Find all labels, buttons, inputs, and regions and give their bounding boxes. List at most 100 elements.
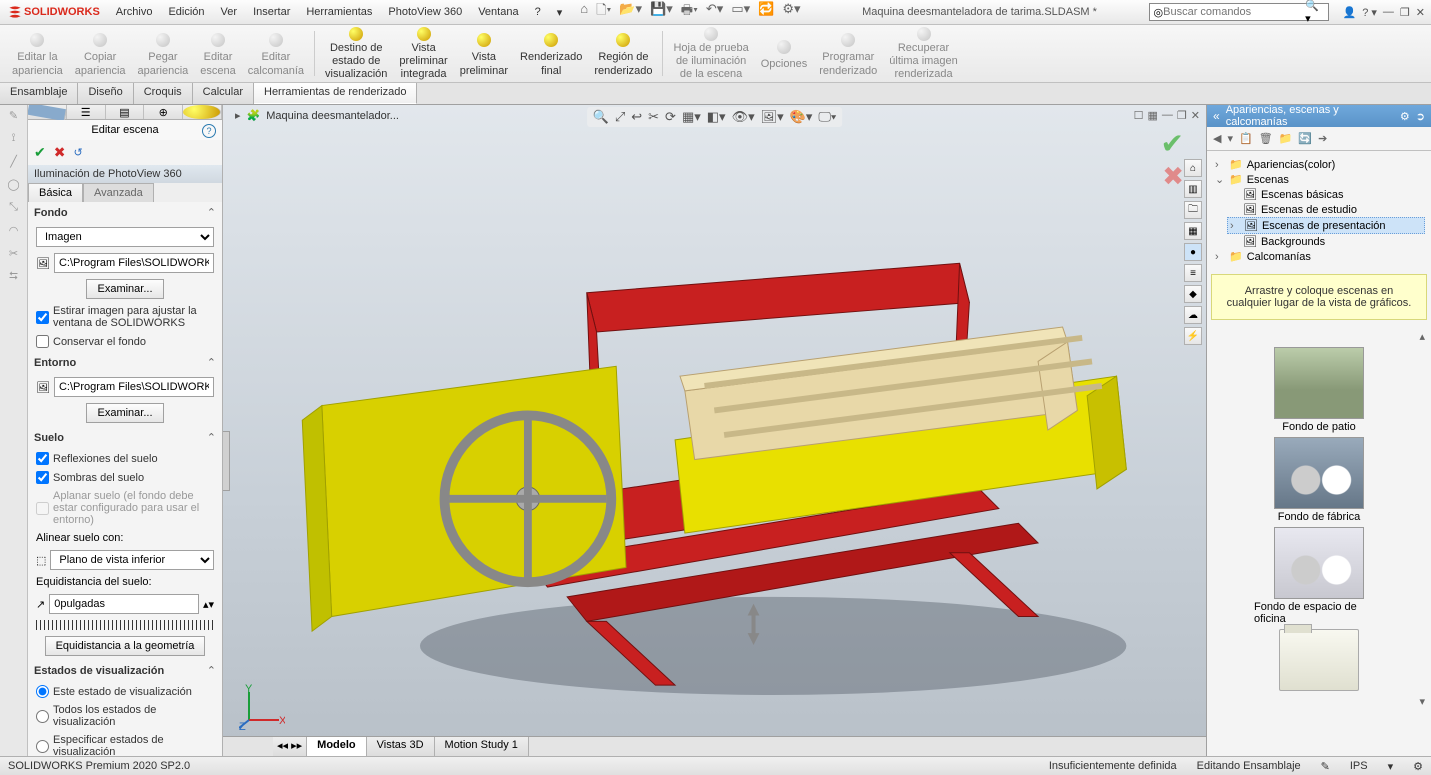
ribbon-regi-n-de[interactable]: Región derenderizado — [588, 25, 658, 82]
tp-tab-file-icon[interactable]: 🗀 — [1184, 201, 1202, 219]
search-icon[interactable]: 🔍▾ — [1305, 0, 1323, 25]
status-units[interactable]: IPS — [1350, 760, 1368, 772]
status-cog-icon[interactable]: ⚙ — [1413, 760, 1423, 773]
spinner-icon[interactable]: ▴▾ — [203, 598, 214, 611]
sketch-icon[interactable]: ✎ — [9, 109, 18, 122]
reject-overlay-icon[interactable]: ✖ — [1162, 161, 1184, 192]
rebuild-icon[interactable]: 🔁 — [758, 1, 774, 23]
menu-dropdown-icon[interactable]: ▾ — [549, 6, 571, 19]
thumbs-scroll-up-icon[interactable]: ▴ — [1419, 330, 1425, 343]
open-icon[interactable]: 📂▾ — [619, 1, 642, 23]
settings-icon[interactable]: 🖵▾ — [818, 109, 836, 125]
dynamic-icon[interactable]: ⟳ — [665, 109, 676, 125]
tp-tab-forum-icon[interactable]: ☁ — [1184, 306, 1202, 324]
trim-icon[interactable]: ✂ — [9, 247, 18, 260]
radio-este-estado[interactable]: Este estado de visualización — [36, 685, 214, 698]
alinear-select[interactable]: Plano de vista inferior — [50, 550, 214, 570]
pushpin-icon[interactable]: ↺ — [73, 146, 82, 159]
arc-icon[interactable]: ◠ — [9, 224, 19, 237]
panel-tab-config-icon[interactable]: ☰ — [67, 105, 106, 119]
menu-ver[interactable]: Ver — [213, 6, 246, 18]
chk-sombras[interactable]: Sombras del suelo — [36, 471, 214, 484]
tp-nav-icon[interactable]: « — [1213, 109, 1220, 123]
ftab-calcular[interactable]: Calcular — [193, 83, 254, 104]
section-estados[interactable]: Estados de visualización⌃ — [28, 660, 222, 681]
menu-herramientas[interactable]: Herramientas — [298, 6, 380, 18]
panel-tab-appearance-icon[interactable] — [183, 105, 222, 119]
ftab-croquis[interactable]: Croquis — [134, 83, 193, 104]
tp-refresh-icon[interactable]: 🔄 — [1298, 132, 1312, 145]
ftab-ensamblaje[interactable]: Ensamblaje — [0, 83, 78, 104]
fondo-type-select[interactable]: Imagen — [36, 227, 214, 247]
status-rebuild-icon[interactable]: ✎ — [1321, 760, 1330, 773]
breadcrumb-expand-icon[interactable]: ▸ — [235, 109, 241, 122]
fondo-path-input[interactable] — [54, 253, 214, 273]
ribbon-renderizado[interactable]: Renderizadofinal — [514, 25, 588, 82]
vp-grid-icon[interactable]: ▦ — [1148, 109, 1158, 122]
panel-tab-feature-icon[interactable] — [28, 105, 67, 119]
restore-icon[interactable]: ❐ — [1400, 6, 1410, 19]
close-icon[interactable]: ✕ — [1416, 6, 1425, 19]
menu-ventana[interactable]: Ventana — [470, 6, 526, 18]
section-fondo[interactable]: Fondo⌃ — [28, 202, 222, 223]
radio-todos-estados[interactable]: Todos los estados de visualización — [36, 704, 214, 728]
minimize-icon[interactable]: ― — [1383, 6, 1394, 19]
tree-apariencias-color-[interactable]: ›📁Apariencias(color) — [1213, 157, 1425, 172]
panel-tab-display-icon[interactable]: ▤ — [106, 105, 145, 119]
section-illumination[interactable]: Iluminación de PhotoView 360 — [28, 165, 222, 183]
display-style-icon[interactable]: ◧▾ — [707, 109, 726, 125]
tp-sphere-icon[interactable]: ▾ — [1227, 132, 1233, 145]
chk-reflexiones[interactable]: Reflexiones del suelo — [36, 452, 214, 465]
mirror-icon[interactable]: ⮀ — [9, 270, 18, 283]
status-extra-icon[interactable]: ▾ — [1388, 760, 1394, 773]
chk-conservar[interactable]: Conservar el fondo — [36, 335, 214, 348]
radio-especificar[interactable]: Especificar estados de visualización — [36, 734, 214, 756]
btab-vistas3d[interactable]: Vistas 3D — [367, 737, 435, 756]
accept-overlay-icon[interactable]: ✔ — [1161, 127, 1184, 160]
user-icon[interactable]: 👤 — [1343, 6, 1357, 19]
select-icon[interactable]: ▭▾ — [731, 1, 750, 23]
btab-modelo[interactable]: Modelo — [307, 737, 367, 756]
taskpane-gear-icon[interactable]: ⚙ — [1400, 110, 1410, 123]
vp-max-icon[interactable]: ❐ — [1177, 109, 1187, 122]
menu-edicion[interactable]: Edición — [160, 6, 212, 18]
ok-button[interactable]: ✔ — [34, 144, 46, 161]
tp-tab-xp-icon[interactable]: ◆ — [1184, 285, 1202, 303]
subtab-basica[interactable]: Básica — [28, 183, 83, 202]
tree-escenas-de-estudio[interactable]: 🖼Escenas de estudio — [1227, 202, 1425, 217]
panel-tab-origin-icon[interactable]: ⊕ — [144, 105, 183, 119]
ftab-dise-o[interactable]: Diseño — [78, 83, 133, 104]
save-icon[interactable]: 💾▾ — [650, 1, 673, 23]
tp-del-icon[interactable]: 🗑 — [1259, 132, 1273, 145]
thumb-patio[interactable]: Fondo de patio — [1254, 347, 1384, 433]
tp-back-icon[interactable]: ◀ — [1213, 132, 1221, 145]
section-view-icon[interactable]: ✂ — [648, 109, 659, 125]
slider-ruler[interactable] — [36, 620, 214, 630]
tp-tab-sim-icon[interactable]: ⚡ — [1184, 327, 1202, 345]
zoom-area-icon[interactable]: ⤢ — [615, 109, 625, 125]
thumb-fabrica[interactable]: Fondo de fábrica — [1254, 437, 1384, 523]
tp-tab-lib-icon[interactable]: ▥ — [1184, 180, 1202, 198]
breadcrumb-label[interactable]: Maquina deesmantelador... — [266, 110, 399, 122]
thumb-folder[interactable] — [1254, 629, 1384, 691]
taskpane-header[interactable]: « Apariencias, escenas y calcomanías ⚙ ➲ — [1207, 105, 1431, 127]
tree-calcoman-as[interactable]: ›📁Calcomanías — [1213, 249, 1425, 264]
ribbon-vista[interactable]: Vistapreliminarintegrada — [393, 25, 453, 82]
help-icon[interactable]: ? ▾ — [1362, 6, 1377, 19]
btab-nav-icon[interactable]: ◂◂ ▸▸ — [273, 737, 307, 756]
search-input[interactable] — [1163, 6, 1305, 18]
vp-min-icon[interactable]: ― — [1162, 109, 1173, 122]
panel-collapse-handle[interactable] — [223, 431, 230, 491]
equidist-geom-button[interactable]: Equidistancia a la geometría — [45, 636, 206, 656]
tp-add-icon[interactable]: 📁 — [1279, 132, 1293, 145]
circle-icon[interactable]: ◯ — [7, 178, 19, 191]
ribbon-destino-de[interactable]: Destino deestado devisualización — [319, 25, 393, 82]
prev-view-icon[interactable]: ↩ — [631, 109, 642, 125]
appearance-apply-icon[interactable]: 🎨▾ — [790, 109, 813, 125]
panel-help-icon[interactable]: ? — [202, 124, 216, 138]
menu-help[interactable]: ? — [527, 6, 549, 18]
print-icon[interactable]: 🖶▾ — [681, 1, 698, 23]
chk-estirar[interactable]: Estirar imagen para ajustar la ventana d… — [36, 305, 214, 329]
undo-icon[interactable]: ↶▾ — [706, 1, 723, 23]
section-entorno[interactable]: Entorno⌃ — [28, 352, 222, 373]
